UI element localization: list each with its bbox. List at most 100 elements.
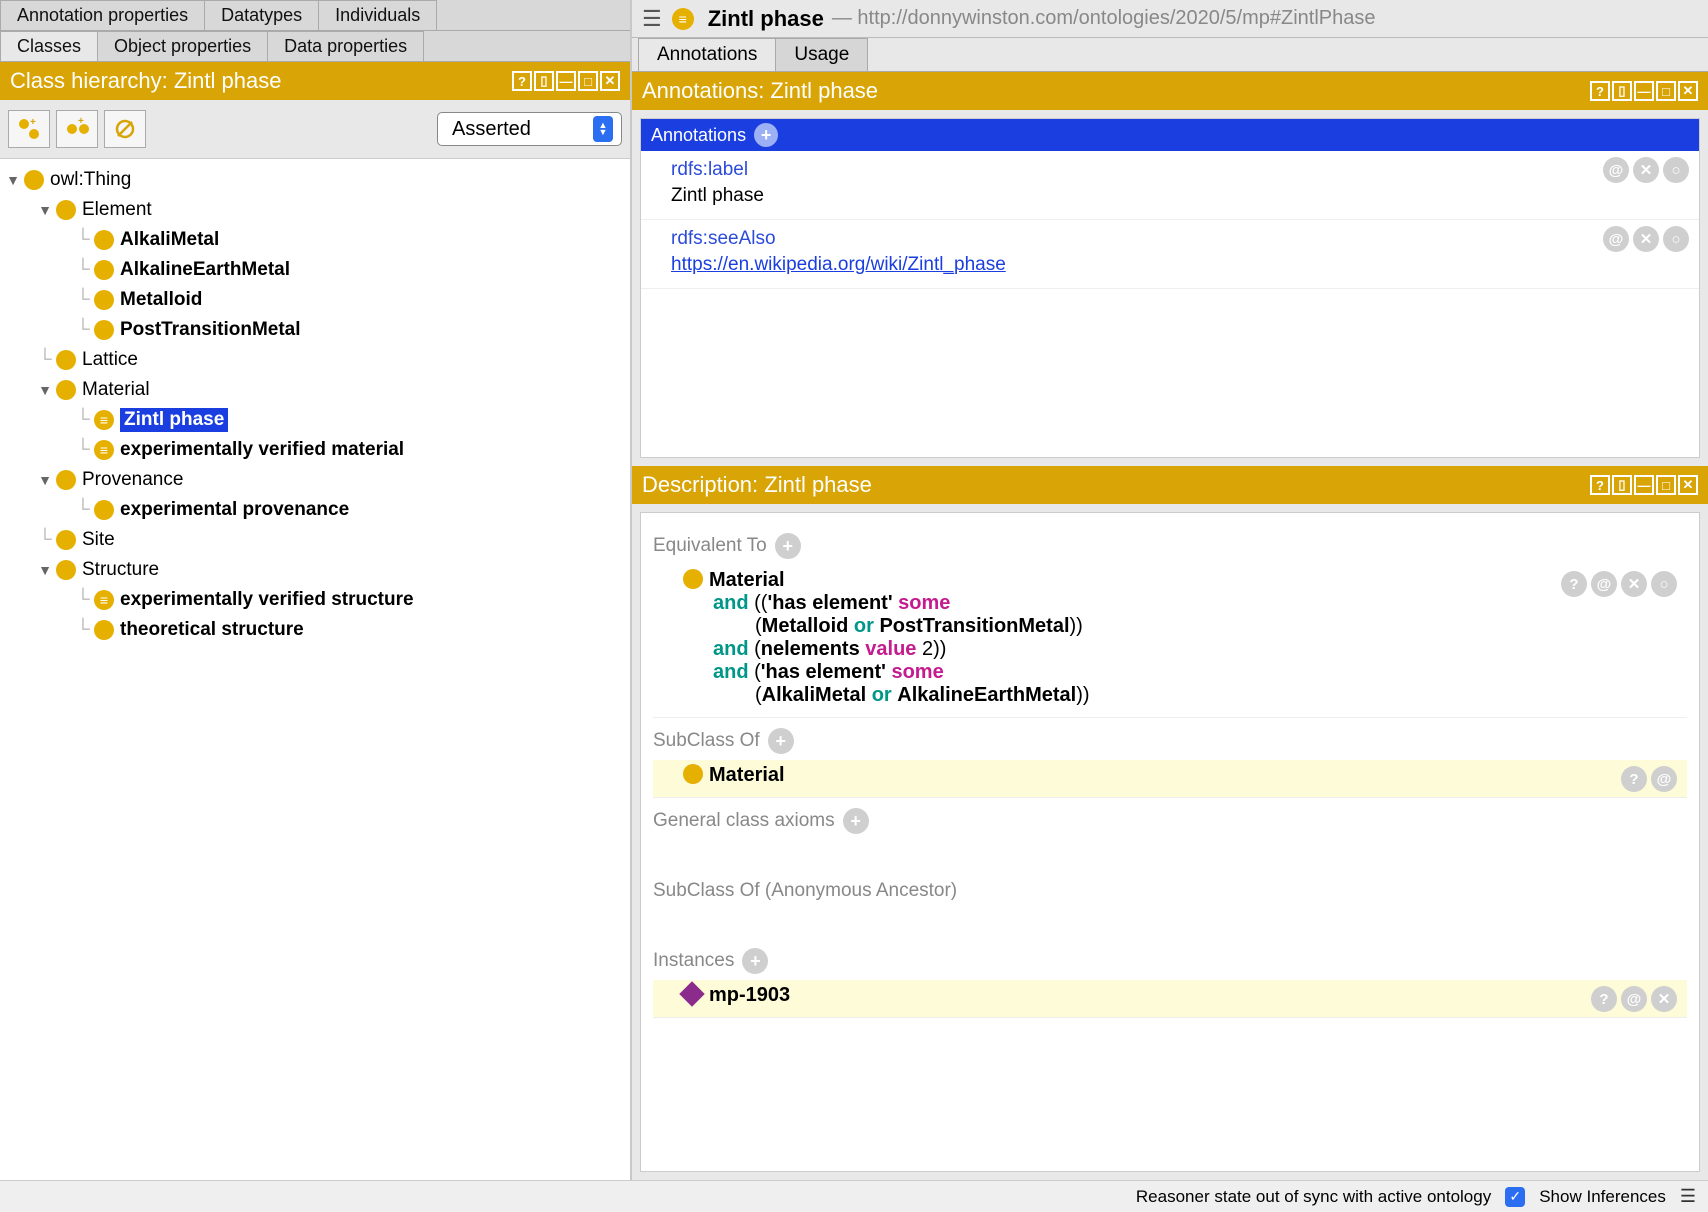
annotation-item-seealso[interactable]: @ ✕ ○ rdfs:seeAlso https://en.wikipedia.… — [641, 220, 1699, 289]
tree-node-posttransition[interactable]: └ PostTransitionMetal — [4, 315, 626, 345]
subclass-of-header: SubClass Of + — [653, 728, 1687, 754]
defined-class-icon: ≡ — [94, 410, 114, 430]
annotate-icon[interactable]: @ — [1621, 986, 1647, 1012]
class-icon — [56, 530, 76, 550]
tree-node-expprov[interactable]: └ experimental provenance — [4, 495, 626, 525]
tree-node-lattice[interactable]: └ Lattice — [4, 345, 626, 375]
tree-node-provenance[interactable]: ▼ Provenance — [4, 465, 626, 495]
delete-class-button[interactable] — [104, 110, 146, 148]
assertion-mode-dropdown[interactable]: Asserted ▲▼ — [437, 112, 622, 146]
tree-node-site[interactable]: └ Site — [4, 525, 626, 555]
delete-icon[interactable]: ✕ — [1621, 571, 1647, 597]
tab-data-properties[interactable]: Data properties — [267, 31, 424, 61]
edit-icon[interactable]: ○ — [1663, 157, 1689, 183]
disclosure-icon[interactable]: ▼ — [36, 382, 54, 398]
instances-header: Instances + — [653, 948, 1687, 974]
tab-individuals[interactable]: Individuals — [318, 0, 437, 30]
add-instance-button[interactable]: + — [742, 948, 768, 974]
tab-annotation-properties[interactable]: Annotation properties — [0, 0, 205, 30]
tree-node-metalloid[interactable]: └ Metalloid — [4, 285, 626, 315]
tree-node-expstruct[interactable]: └ ≡ experimentally verified structure — [4, 585, 626, 615]
tab-datatypes[interactable]: Datatypes — [204, 0, 319, 30]
class-tree[interactable]: ▼ owl:Thing ▼ Element └ AlkaliMetal └ Al… — [0, 158, 630, 1180]
panel-help-icon[interactable]: ? — [1590, 81, 1610, 101]
tree-node-thing[interactable]: ▼ owl:Thing — [4, 165, 626, 195]
panel-maximize-icon[interactable]: □ — [578, 71, 598, 91]
property-ref: 'has element' — [761, 661, 886, 683]
disclosure-icon[interactable]: ▼ — [4, 172, 22, 188]
annotation-link[interactable]: https://en.wikipedia.org/wiki/Zintl_phas… — [671, 254, 1006, 275]
annotation-property: rdfs:label — [671, 159, 1669, 181]
tab-annotations[interactable]: Annotations — [638, 38, 776, 71]
add-annotation-button[interactable]: + — [754, 123, 778, 147]
tree-node-structure[interactable]: ▼ Structure — [4, 555, 626, 585]
annotate-icon[interactable]: @ — [1603, 226, 1629, 252]
list-menu-icon[interactable]: ☰ — [1680, 1186, 1696, 1207]
annotation-item-label[interactable]: @ ✕ ○ rdfs:label Zintl phase — [641, 151, 1699, 220]
tree-label: PostTransitionMetal — [120, 319, 301, 341]
equivalent-to-expression[interactable]: ? @ ✕ ○ Material and (('has element' som… — [653, 565, 1687, 718]
add-sibling-button[interactable]: + — [56, 110, 98, 148]
literal-value: 2 — [922, 638, 933, 660]
delete-icon[interactable]: ✕ — [1633, 226, 1659, 252]
edit-icon[interactable]: ○ — [1663, 226, 1689, 252]
tree-node-zintl[interactable]: └ ≡ Zintl phase — [4, 405, 626, 435]
show-inferences-checkbox[interactable]: ✓ — [1505, 1187, 1525, 1207]
add-subclass-button[interactable]: + — [8, 110, 50, 148]
defined-class-icon: ≡ — [672, 8, 694, 30]
explain-icon[interactable]: ? — [1621, 766, 1647, 792]
add-equivalent-button[interactable]: + — [775, 533, 801, 559]
explain-icon[interactable]: ? — [1591, 986, 1617, 1012]
panel-minimize-icon[interactable]: — — [556, 71, 576, 91]
tree-node-alkali[interactable]: └ AlkaliMetal — [4, 225, 626, 255]
panel-split-icon[interactable]: ▯ — [1612, 81, 1632, 101]
tree-label: AlkalineEarthMetal — [120, 259, 290, 281]
add-gca-button[interactable]: + — [843, 808, 869, 834]
annotate-icon[interactable]: @ — [1603, 157, 1629, 183]
class-icon — [56, 350, 76, 370]
annotate-icon[interactable]: @ — [1651, 766, 1677, 792]
tab-classes[interactable]: Classes — [0, 31, 98, 61]
edit-icon[interactable]: ○ — [1651, 571, 1677, 597]
explain-icon[interactable]: ? — [1561, 571, 1587, 597]
panel-close-icon[interactable]: ✕ — [600, 71, 620, 91]
panel-split-icon[interactable]: ▯ — [534, 71, 554, 91]
reasoner-status: Reasoner state out of sync with active o… — [1136, 1187, 1491, 1207]
property-ref: nelements — [761, 638, 860, 660]
tab-usage[interactable]: Usage — [775, 38, 868, 71]
instance-expression[interactable]: ? @ ✕ mp-1903 — [653, 980, 1687, 1018]
add-subclass-button[interactable]: + — [768, 728, 794, 754]
panel-close-icon[interactable]: ✕ — [1678, 475, 1698, 495]
class-hierarchy-title: Class hierarchy: Zintl phase — [10, 68, 281, 94]
class-icon — [94, 320, 114, 340]
entity-name: Zintl phase — [708, 6, 824, 32]
delete-icon[interactable]: ✕ — [1633, 157, 1659, 183]
panel-maximize-icon[interactable]: □ — [1656, 475, 1676, 495]
panel-maximize-icon[interactable]: □ — [1656, 81, 1676, 101]
property-ref: 'has element' — [767, 592, 892, 614]
disclosure-icon[interactable]: ▼ — [36, 472, 54, 488]
description-content[interactable]: Equivalent To + ? @ ✕ ○ Material and (('… — [640, 512, 1700, 1172]
panel-minimize-icon[interactable]: — — [1634, 81, 1654, 101]
annotate-icon[interactable]: @ — [1591, 571, 1617, 597]
panel-split-icon[interactable]: ▯ — [1612, 475, 1632, 495]
subclass-of-expression[interactable]: ? @ Material — [653, 760, 1687, 798]
tree-label: Provenance — [82, 469, 183, 491]
annotations-panel-title: Annotations: Zintl phase — [642, 78, 878, 104]
panel-minimize-icon[interactable]: — — [1634, 475, 1654, 495]
tab-object-properties[interactable]: Object properties — [97, 31, 268, 61]
hamburger-icon[interactable]: ☰ — [642, 6, 662, 32]
panel-help-icon[interactable]: ? — [512, 71, 532, 91]
tree-node-element[interactable]: ▼ Element — [4, 195, 626, 225]
disclosure-icon[interactable]: ▼ — [36, 202, 54, 218]
disclosure-icon[interactable]: ▼ — [36, 562, 54, 578]
delete-icon[interactable]: ✕ — [1651, 986, 1677, 1012]
add-subclass-icon: + — [16, 116, 42, 142]
tree-label: Zintl phase — [120, 408, 228, 432]
tree-node-expmat[interactable]: └ ≡ experimentally verified material — [4, 435, 626, 465]
tree-node-theostruct[interactable]: └ theoretical structure — [4, 615, 626, 645]
tree-node-material[interactable]: ▼ Material — [4, 375, 626, 405]
panel-close-icon[interactable]: ✕ — [1678, 81, 1698, 101]
tree-node-alkaline[interactable]: └ AlkalineEarthMetal — [4, 255, 626, 285]
panel-help-icon[interactable]: ? — [1590, 475, 1610, 495]
